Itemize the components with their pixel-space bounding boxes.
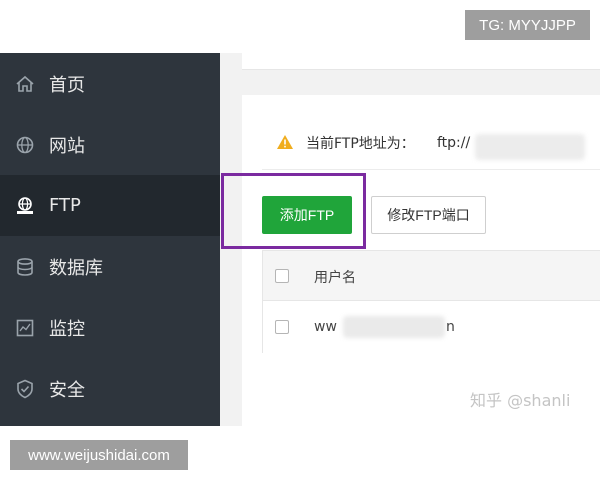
select-all-checkbox[interactable] bbox=[275, 269, 289, 283]
sidebar-item-ftp[interactable]: FTP bbox=[0, 175, 220, 236]
ftp-address-value: ftp:// bbox=[437, 134, 471, 151]
ftp-address-label: 当前FTP地址为： bbox=[306, 135, 415, 152]
sidebar-item-label: 网站 bbox=[49, 135, 85, 157]
tg-watermark: TG: MYYJJPP bbox=[465, 10, 590, 40]
sidebar-item-security[interactable]: 安全 bbox=[0, 358, 220, 419]
monitor-icon bbox=[16, 319, 34, 336]
redacted-username bbox=[343, 316, 445, 338]
username-prefix: ww bbox=[314, 319, 337, 335]
sidebar-item-label: 安全 bbox=[49, 379, 85, 401]
url-watermark: www.weijushidai.com bbox=[10, 440, 188, 470]
sidebar-item-monitor[interactable]: 监控 bbox=[0, 297, 220, 358]
database-icon bbox=[17, 257, 33, 276]
redacted-address bbox=[475, 134, 585, 160]
sidebar-item-label: 数据库 bbox=[49, 257, 103, 279]
sidebar-item-website[interactable]: 网站 bbox=[0, 114, 220, 175]
ftp-icon bbox=[17, 196, 33, 214]
add-ftp-button[interactable]: 添加FTP bbox=[262, 196, 352, 234]
sidebar-item-database[interactable]: 数据库 bbox=[0, 236, 220, 297]
globe-icon bbox=[16, 136, 34, 153]
sidebar-item-label: 监控 bbox=[49, 318, 85, 340]
zhihu-watermark: 知乎 @shanli bbox=[470, 391, 571, 410]
sidebar: 首页 网站 FTP 数据库 监控 安全 bbox=[0, 53, 220, 426]
username-suffix: n bbox=[446, 319, 455, 335]
ftp-user-table: 用户名 ww n bbox=[262, 250, 600, 353]
sidebar-item-label: FTP bbox=[49, 195, 81, 216]
shield-icon bbox=[17, 379, 33, 398]
row-checkbox[interactable] bbox=[275, 320, 289, 334]
column-header-username: 用户名 bbox=[314, 270, 356, 286]
sidebar-item-label: 首页 bbox=[49, 74, 85, 96]
table-header: 用户名 bbox=[263, 251, 600, 301]
home-icon bbox=[16, 75, 34, 92]
warning-icon bbox=[277, 135, 293, 149]
change-ftp-port-button[interactable]: 修改FTP端口 bbox=[371, 196, 486, 234]
table-row[interactable]: ww n bbox=[263, 301, 600, 353]
top-panel bbox=[242, 40, 600, 70]
sidebar-item-home[interactable]: 首页 bbox=[0, 53, 220, 114]
